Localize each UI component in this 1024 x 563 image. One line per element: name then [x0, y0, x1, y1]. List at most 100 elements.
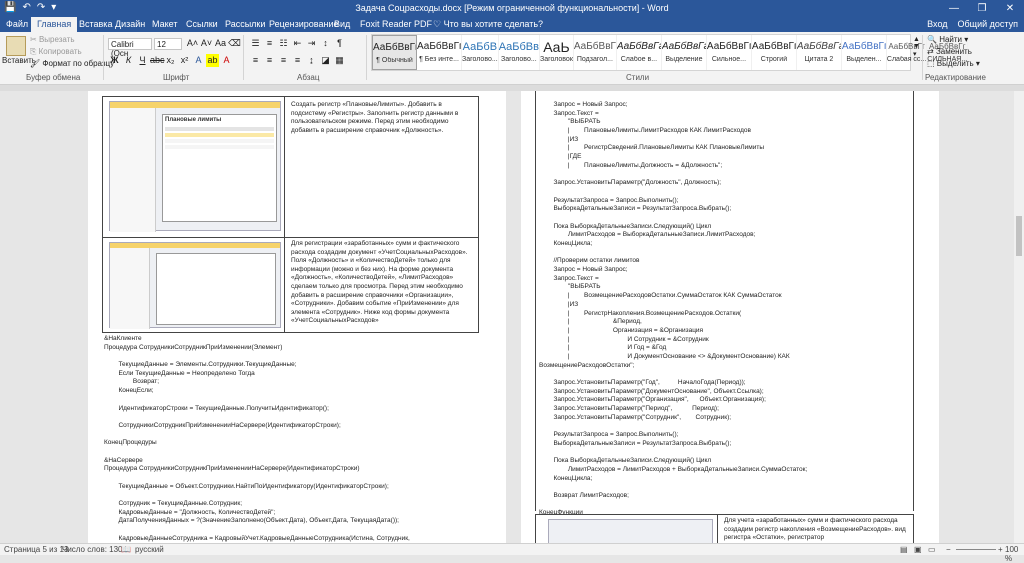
zoom-slider[interactable]	[956, 549, 996, 550]
code-line: Запрос = Новый Запрос;	[539, 266, 628, 274]
tab-view[interactable]: Вид	[334, 19, 350, 29]
line-spacing-icon[interactable]: ↨	[305, 54, 318, 67]
word-count[interactable]: Число слов: 1304	[62, 545, 127, 554]
screenshot-reimbursement	[548, 519, 713, 543]
bold-icon[interactable]: Ж	[108, 54, 121, 67]
change-case-icon[interactable]: Aa	[214, 37, 227, 50]
tab-design[interactable]: Дизайн	[115, 19, 145, 29]
tab-insert[interactable]: Вставка	[79, 19, 112, 29]
style-preview: АаБбВв	[498, 41, 539, 53]
font-size-select[interactable]: 12	[154, 38, 182, 50]
minimize-button[interactable]: —	[940, 0, 968, 17]
decrease-indent-icon[interactable]: ⇤	[291, 37, 304, 50]
style-item[interactable]: АаБбВв Заголово...	[499, 35, 540, 70]
style-name: Заголово...	[500, 56, 537, 63]
style-item[interactable]: АаБбВ Заголово...	[462, 35, 499, 70]
zoom-out-icon[interactable]: −	[946, 545, 951, 554]
zoom-in-icon[interactable]: +	[998, 545, 1003, 554]
share-button[interactable]: Общий доступ	[958, 19, 1018, 29]
code-line: ВыборкаДетальныеЗаписи = РезультатЗапрос…	[539, 439, 732, 447]
styles-scroll-icon[interactable]: ▲ ▼ ▾	[913, 36, 921, 58]
tab-foxit[interactable]: Foxit Reader PDF	[360, 19, 432, 29]
code-line: ЛимитРасходов = ЛимитРасходов + ВыборкаД…	[539, 465, 808, 473]
style-name: Подзагол...	[576, 56, 613, 63]
window-title: Задача Соцрасходы.docx [Режим ограниченн…	[355, 3, 669, 13]
highlight-icon[interactable]: ab	[206, 54, 219, 67]
superscript-icon[interactable]: x²	[178, 54, 191, 67]
tab-file[interactable]: Файл	[6, 19, 28, 29]
style-item[interactable]: АаБбВвГг, ¶ Обычный	[372, 35, 417, 70]
font-name-select[interactable]: Calibri (Осн	[108, 38, 152, 58]
language-indicator[interactable]: русский	[135, 545, 164, 554]
style-item[interactable]: АаБбВвГг Строгий	[752, 35, 797, 70]
strikethrough-icon[interactable]: abc	[150, 54, 165, 67]
increase-indent-icon[interactable]: ⇥	[305, 37, 318, 50]
multilevel-list-icon[interactable]: ☷	[277, 37, 290, 50]
tab-layout[interactable]: Макет	[152, 19, 177, 29]
grow-font-icon[interactable]: A˄	[186, 37, 199, 50]
format-painter-button[interactable]: 🖌 Формат по образцу	[30, 59, 114, 68]
style-item[interactable]: АаБбВвГг Выделен...	[842, 35, 887, 70]
replace-button[interactable]: ⇄ Заменить	[927, 47, 972, 56]
copy-button[interactable]: ⎘ Копировать	[30, 47, 82, 57]
text-effects-icon[interactable]: A	[192, 54, 205, 67]
document-area[interactable]: Плановые лимиты Создать регистр «Плановы…	[0, 91, 1024, 543]
vertical-scrollbar[interactable]	[1014, 91, 1024, 543]
bullets-icon[interactable]: ☰	[249, 37, 262, 50]
subscript-icon[interactable]: x₂	[164, 54, 177, 67]
select-button[interactable]: ⬚ Выделить ▾	[927, 59, 980, 68]
restore-button[interactable]: ❐	[968, 0, 996, 17]
justify-icon[interactable]: ≡	[291, 54, 304, 67]
style-item[interactable]: АаЬ Заголовок	[540, 35, 574, 70]
read-mode-icon[interactable]: ▤	[900, 545, 908, 554]
style-item[interactable]: АаБбВвГг Сильное...	[707, 35, 752, 70]
close-button[interactable]: ✕	[996, 0, 1024, 17]
code-line: Запрос.УстановитьПараметр("Организация",…	[539, 396, 766, 404]
borders-icon[interactable]: ▦	[333, 54, 346, 67]
web-layout-icon[interactable]: ▭	[928, 545, 936, 554]
spellcheck-icon[interactable]: 📖	[121, 545, 131, 554]
tab-review[interactable]: Рецензирование	[269, 19, 339, 29]
font-color-icon[interactable]: A	[220, 54, 233, 67]
cut-button[interactable]: ✂ Вырезать	[30, 35, 75, 44]
style-item[interactable]: АаБбВвГг Выделение	[662, 35, 707, 70]
align-right-icon[interactable]: ≡	[277, 54, 290, 67]
sign-in-link[interactable]: Вход	[927, 19, 947, 29]
shrink-font-icon[interactable]: A˅	[200, 37, 213, 50]
code-line: "ВЫБРАТЬ	[539, 118, 601, 126]
shading-icon[interactable]: ◪	[319, 54, 332, 67]
replace-icon: ⇄	[927, 47, 936, 56]
style-item[interactable]: АаБбВвГг, ¶ Без инте...	[417, 35, 462, 70]
tell-me-search[interactable]: ♡ Что вы хотите сделать?	[433, 19, 543, 30]
code-line: Запрос.УстановитьПараметр("Год", НачалоГ…	[539, 379, 746, 386]
tab-references[interactable]: Ссылки	[186, 19, 218, 29]
find-button[interactable]: 🔍 Найти ▾	[927, 35, 968, 44]
underline-icon[interactable]: Ч	[136, 54, 149, 67]
zoom-level[interactable]: 100 %	[1005, 545, 1024, 563]
style-item[interactable]: АаБбВвГг Слабое в...	[617, 35, 662, 70]
paste-icon[interactable]	[6, 36, 26, 56]
print-layout-icon[interactable]: ▣	[914, 545, 922, 554]
style-item[interactable]: АаБбВвГ Подзагол...	[574, 35, 617, 70]
clear-format-icon[interactable]: ⌫	[228, 37, 241, 50]
code-line: | ПлановыеЛимиты.Должность = &Должность"…	[539, 161, 723, 169]
tab-home[interactable]: Главная	[31, 17, 78, 32]
style-item[interactable]: АаБбВвГг Цитата 2	[797, 35, 842, 70]
align-center-icon[interactable]: ≡	[263, 54, 276, 67]
align-left-icon[interactable]: ≡	[249, 54, 262, 67]
show-marks-icon[interactable]: ¶	[333, 37, 346, 50]
tab-mailings[interactable]: Рассылки	[225, 19, 265, 29]
numbering-icon[interactable]: ≡	[263, 37, 276, 50]
right-page: Запрос = Новый Запрос; Запрос.Текст = "В…	[521, 91, 939, 543]
style-preview: АаБбВ	[462, 41, 498, 53]
sort-icon[interactable]: ↕	[319, 37, 332, 50]
italic-icon[interactable]: К	[122, 54, 135, 67]
style-preview: АаБбВвГг	[751, 41, 796, 52]
code-line: | ПлановыеЛимиты.ЛимитРасходов КАК Лимит…	[539, 127, 751, 135]
page-counter[interactable]: Страница 5 из 13	[4, 545, 68, 554]
scrollbar-thumb[interactable]	[1016, 216, 1022, 256]
